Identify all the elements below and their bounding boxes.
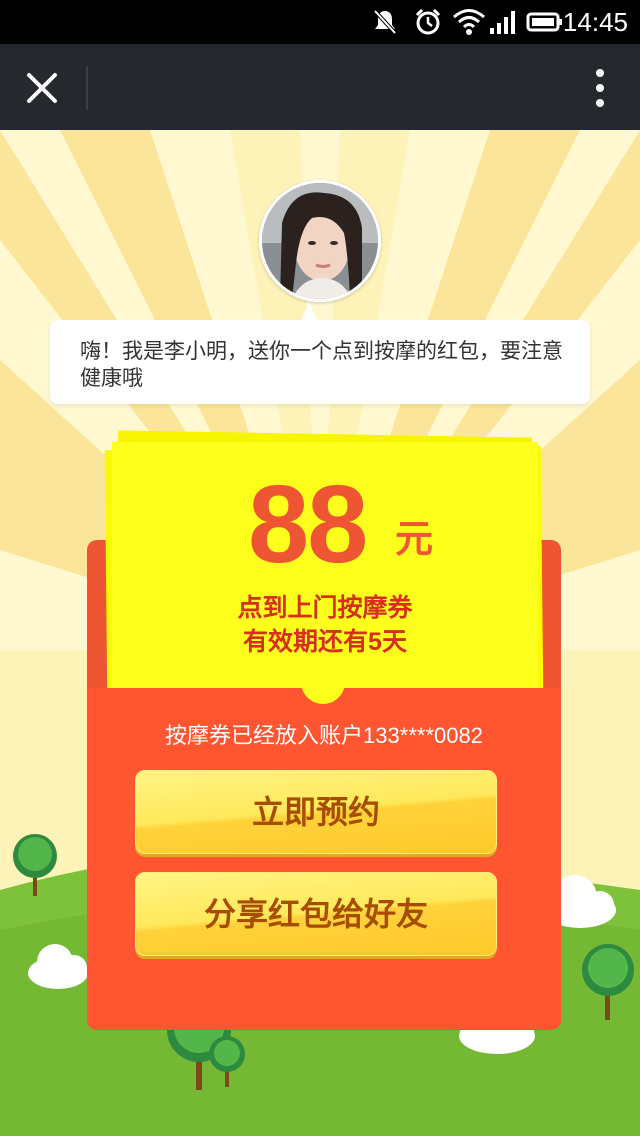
coupon-name: 点到上门按摩券 (237, 594, 413, 622)
close-icon[interactable] (18, 64, 66, 112)
alarm-icon (415, 8, 441, 35)
signal-icon (490, 11, 515, 34)
red-packet-page: 嗨！我是李小明，送你一个点到按摩的红包，要注意健康哦 88 元 点到上门按摩券 … (0, 130, 640, 1136)
share-red-packet-label: 分享红包给好友 (203, 896, 428, 932)
book-now-button[interactable]: 立即预约 (135, 770, 497, 854)
greeting-text: 嗨！我是李小明，送你一个点到按摩的红包，要注意健康哦 (80, 340, 563, 390)
battery-icon (526, 12, 562, 32)
wifi-icon (453, 9, 485, 35)
share-red-packet-button[interactable]: 分享红包给好友 (135, 872, 497, 956)
book-now-label: 立即预约 (251, 794, 380, 830)
speech-bubble-tail (300, 302, 318, 322)
app-bar-divider (86, 66, 88, 110)
account-notice: 按摩券已经放入账户133****0082 (165, 723, 483, 748)
status-bar: 14:45 (0, 0, 640, 44)
more-vertical-icon[interactable] (590, 68, 610, 108)
coupon-amount: 88 (248, 463, 368, 586)
mute-icon (373, 9, 397, 35)
avatar (259, 180, 381, 302)
status-time: 14:45 (562, 7, 628, 37)
app-bar (0, 44, 640, 130)
coupon-unit: 元 (395, 519, 434, 561)
coupon-validity: 有效期还有5天 (243, 628, 407, 656)
speech-bubble: 嗨！我是李小明，送你一个点到按摩的红包，要注意健康哦 (50, 320, 590, 404)
